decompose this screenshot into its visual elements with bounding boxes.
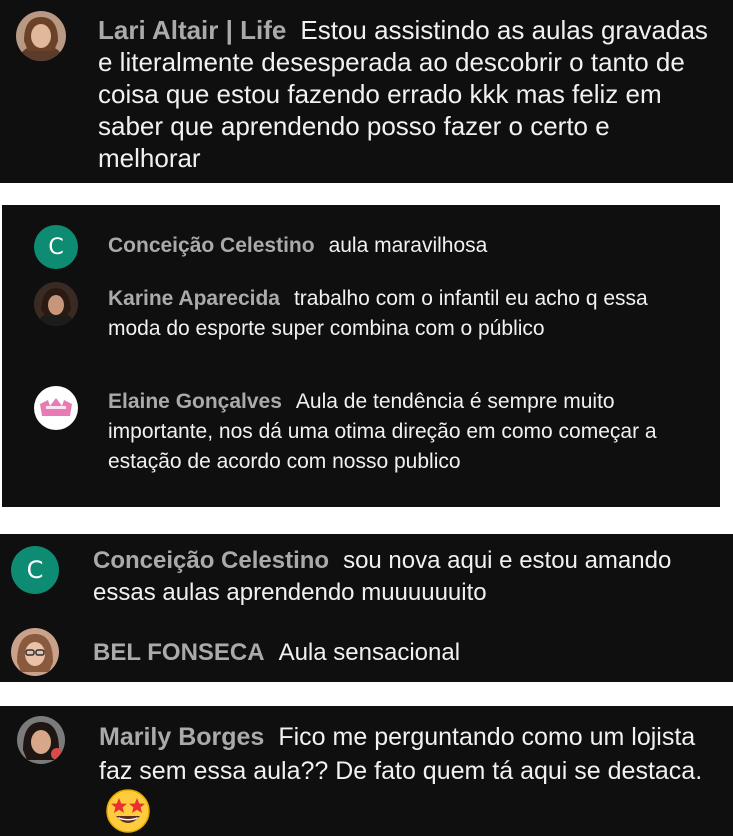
comment-author[interactable]: Karine Aparecida <box>108 287 280 310</box>
star-struck-emoji-icon <box>105 788 151 834</box>
comment-thread: Marily Borges Fico me perguntando como um… <box>0 706 733 836</box>
avatar[interactable] <box>34 386 78 430</box>
avatar-letter: C <box>26 556 44 584</box>
comment-text: Aula sensacional <box>278 639 461 666</box>
comment-text: aula maravilhosa <box>328 234 488 257</box>
comment-author[interactable]: Lari Altair | Life <box>98 15 286 45</box>
avatar[interactable] <box>34 282 78 326</box>
avatar-letter: C <box>48 234 64 260</box>
comment-thread: C Conceição Celestino aula maravilhosa Ka… <box>2 205 720 507</box>
comment-author[interactable]: Conceição Celestino <box>93 547 329 574</box>
comment-author[interactable]: Conceição Celestino <box>108 234 315 257</box>
comment-thread: C Conceição Celestino sou nova aqui e est… <box>0 534 733 682</box>
comment-author[interactable]: BEL FONSECA <box>93 639 265 666</box>
avatar[interactable] <box>17 716 65 764</box>
avatar[interactable]: C <box>11 546 59 594</box>
comment-author[interactable]: Elaine Gonçalves <box>108 390 282 413</box>
comment-author[interactable]: Marily Borges <box>99 723 264 751</box>
avatar[interactable]: C <box>34 225 78 269</box>
avatar[interactable] <box>11 628 59 676</box>
comment-thread: Lari Altair | Life Estou assistindo as au… <box>0 0 733 183</box>
avatar[interactable] <box>16 11 66 61</box>
